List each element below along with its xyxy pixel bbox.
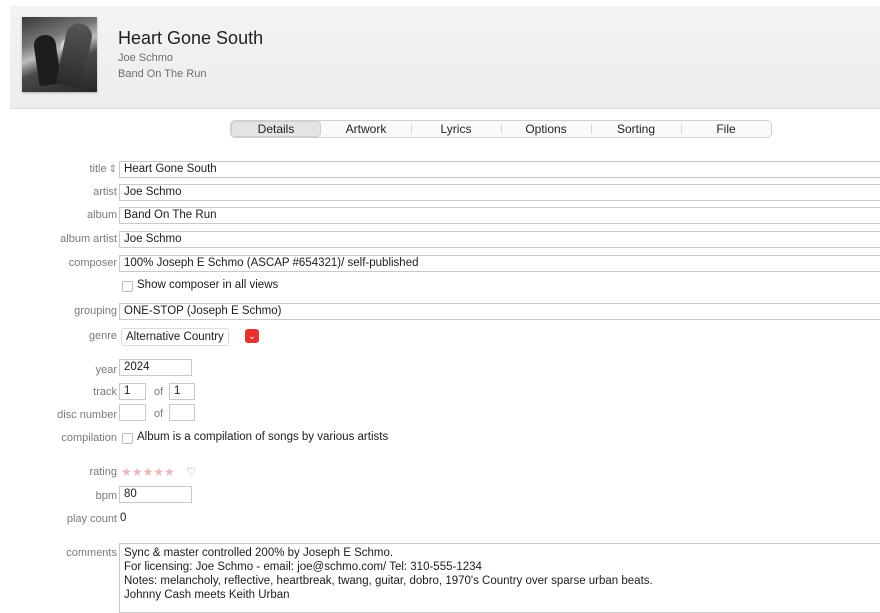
play-count-label: play count [66, 513, 117, 525]
disc-total-field[interactable] [169, 404, 195, 421]
compilation-checkbox[interactable] [122, 433, 133, 444]
rating-stars[interactable]: ★★★★★ [121, 465, 175, 479]
genre-label: genre [88, 330, 117, 342]
bpm-label: bpm [95, 490, 117, 502]
grouping-label: grouping [74, 305, 117, 317]
grouping-field[interactable]: ONE-STOP (Joseph E Schmo) [119, 303, 880, 320]
disc-number-label: disc number [57, 409, 117, 421]
tab-details[interactable]: Details [231, 121, 321, 137]
year-label: year [95, 364, 117, 376]
tab-sorting[interactable]: Sorting [591, 121, 681, 137]
compilation-label: compilation [61, 432, 117, 444]
composer-label: composer [68, 257, 117, 269]
title-label-text: title [89, 163, 107, 175]
tab-bar: Details Artwork Lyrics Options Sorting F… [230, 120, 772, 138]
artist-label: artist [93, 186, 117, 198]
heart-icon[interactable]: ♡ [186, 465, 196, 478]
tab-lyrics[interactable]: Lyrics [411, 121, 501, 137]
album-artist-field[interactable]: Joe Schmo [119, 231, 880, 248]
tab-file[interactable]: File [681, 121, 771, 137]
album-label: album [87, 209, 117, 221]
track-label: track [93, 386, 117, 398]
year-field[interactable]: 2024 [119, 359, 192, 376]
track-of-label: of [154, 386, 164, 398]
disc-number-field[interactable] [119, 404, 146, 421]
header-artist: Joe Schmo [118, 52, 174, 64]
genre-select[interactable]: Alternative Country [121, 328, 229, 346]
album-artist-label: album artist [60, 233, 117, 245]
disc-of-label: of [154, 408, 164, 420]
chevron-down-icon[interactable]: ⌄ [245, 329, 259, 343]
header-panel: Heart Gone South Joe Schmo Band On The R… [10, 6, 880, 109]
play-count-value: 0 [120, 512, 127, 524]
title-field[interactable]: Heart Gone South [119, 161, 880, 178]
tab-options[interactable]: Options [501, 121, 591, 137]
comments-label: comments [66, 547, 117, 559]
header-album: Band On The Run [118, 68, 207, 80]
album-field[interactable]: Band On The Run [119, 207, 880, 224]
sort-icon[interactable]: ⇕ [109, 164, 117, 175]
album-artwork[interactable] [22, 17, 97, 92]
header-title: Heart Gone South [118, 28, 264, 48]
compilation-checkbox-label: Album is a compilation of songs by vario… [137, 431, 389, 443]
show-composer-label: Show composer in all views [137, 279, 279, 291]
show-composer-checkbox[interactable] [122, 281, 133, 292]
tab-artwork[interactable]: Artwork [321, 121, 411, 137]
track-total-field[interactable]: 1 [169, 383, 195, 400]
bpm-field[interactable]: 80 [119, 486, 192, 503]
track-number-field[interactable]: 1 [119, 383, 146, 400]
title-label: title ⇕ [89, 163, 117, 175]
composer-field[interactable]: 100% Joseph E Schmo (ASCAP #654321)/ sel… [119, 255, 880, 272]
comments-field[interactable]: Sync & master controlled 200% by Joseph … [119, 543, 880, 613]
rating-label: rating [89, 466, 117, 478]
artist-field[interactable]: Joe Schmo [119, 184, 880, 201]
